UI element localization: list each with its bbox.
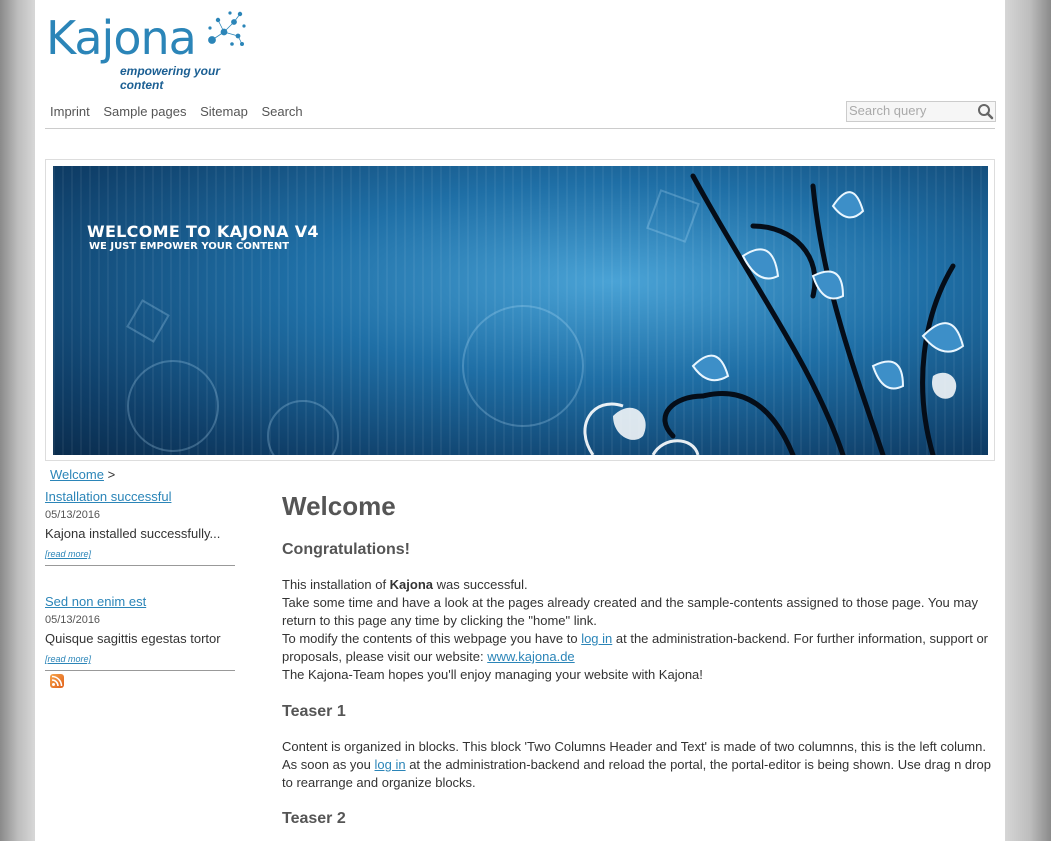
intro-paragraph-1: This installation of Kajona was successf… (282, 577, 528, 592)
banner-subtitle: WE JUST EMPOWER YOUR CONTENT (89, 241, 290, 252)
teaser-login-link[interactable]: log in (375, 757, 406, 772)
news-teaser: Kajona installed successfully... (45, 526, 221, 541)
search-box (846, 101, 996, 122)
news-title-link[interactable]: Installation successful (45, 489, 235, 504)
kajona-website-link[interactable]: www.kajona.de (487, 649, 574, 664)
rss-glyph-icon (51, 675, 63, 687)
search-input[interactable] (847, 102, 977, 119)
welcome-banner: WELCOME TO KAJONA V4 WE JUST EMPOWER YOU… (53, 166, 988, 455)
news-teaser: Quisque sagittis egestas tortor (45, 631, 221, 646)
login-link[interactable]: log in (581, 631, 612, 646)
search-icon (978, 104, 994, 120)
breadcrumb: Welcome > (50, 467, 115, 482)
kajona-bold: Kajona (389, 577, 434, 592)
news-date: 05/13/2016 (45, 509, 101, 521)
congratulations-heading: Congratulations! (282, 541, 410, 558)
nav-imprint[interactable]: Imprint (50, 104, 90, 119)
logo-tagline: empowering your content (120, 64, 221, 92)
rss-feed-icon[interactable] (50, 674, 64, 688)
news-read-more-link[interactable]: [read more] (45, 549, 91, 559)
news-title-link[interactable]: Sed non enim est (45, 594, 235, 609)
breadcrumb-separator: > (107, 467, 116, 482)
banner-frame: WELCOME TO KAJONA V4 WE JUST EMPOWER YOU… (45, 159, 995, 461)
page-title: Welcome (282, 491, 396, 521)
breadcrumb-welcome-link[interactable]: Welcome (50, 467, 104, 482)
teaser-1-text: Content is organized in blocks. This blo… (282, 739, 991, 790)
news-read-more-link[interactable]: [read more] (45, 654, 91, 664)
banner-title: WELCOME TO KAJONA V4 (87, 222, 319, 241)
nav-sample-pages[interactable]: Sample pages (103, 104, 186, 119)
news-date: 05/13/2016 (45, 614, 101, 626)
kajona-logo[interactable]: Kajona empowering your content (46, 10, 246, 92)
news-sidebar: Installation successful 05/13/2016 Kajon… (45, 489, 235, 699)
news-item: Sed non enim est 05/13/2016 Quisque sagi… (45, 594, 235, 671)
search-button[interactable] (975, 102, 995, 121)
header-divider (45, 128, 995, 129)
intro-paragraph-2: Take some time and have a look at the pa… (282, 595, 978, 628)
page: Kajona empowering your content Imprint S… (35, 0, 1005, 841)
logo-network-icon (208, 11, 246, 47)
main-nav: Imprint Sample pages Sitemap Search (50, 104, 313, 119)
intro-paragraph-4: The Kajona-Team hopes you'll enjoy manag… (282, 667, 703, 682)
news-item: Installation successful 05/13/2016 Kajon… (45, 489, 235, 566)
main-content: Welcome Congratulations! This installati… (282, 490, 997, 829)
logo-word: Kajona (46, 11, 197, 65)
teaser-1-heading: Teaser 1 (282, 703, 346, 720)
teaser-2-heading: Teaser 2 (282, 810, 346, 827)
nav-sitemap[interactable]: Sitemap (200, 104, 248, 119)
floral-decoration-icon (126, 173, 965, 455)
nav-search[interactable]: Search (261, 104, 302, 119)
intro-paragraph-3: To modify the contents of this webpage y… (282, 631, 989, 664)
